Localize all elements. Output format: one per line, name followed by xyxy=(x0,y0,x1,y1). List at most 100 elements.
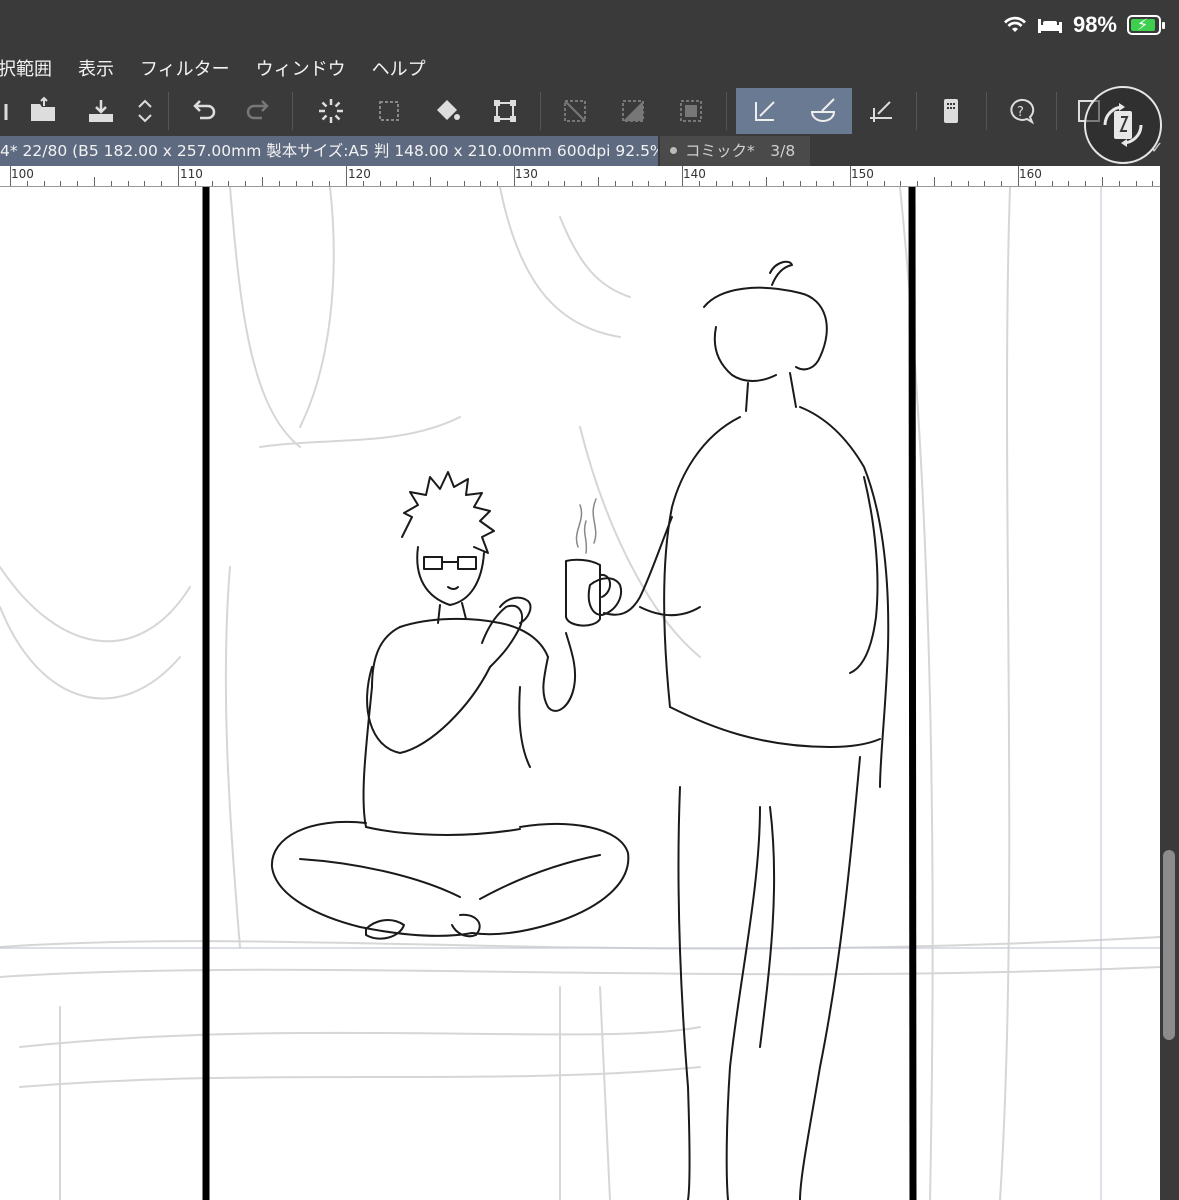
up-down-arrows-icon[interactable] xyxy=(122,88,168,134)
select-all-icon[interactable] xyxy=(366,88,412,134)
ruler-tick xyxy=(94,177,95,186)
menu-filter[interactable]: フィルター xyxy=(140,55,230,81)
deselect-icon[interactable] xyxy=(308,88,354,134)
clear-outside-icon[interactable] xyxy=(552,88,598,134)
undo-icon[interactable] xyxy=(180,88,226,134)
ruler-tool-icon[interactable] xyxy=(858,88,904,134)
ruler-label: 160 xyxy=(1019,167,1042,181)
ruler-tick xyxy=(211,181,213,186)
menu-help[interactable]: ヘルプ xyxy=(372,55,426,81)
ruler-tick xyxy=(430,177,431,186)
ruler-tick xyxy=(682,166,683,186)
ruler-tick xyxy=(60,181,62,186)
redo-icon[interactable] xyxy=(236,88,282,134)
horizontal-ruler: 100 110 120 130 140 150 160 xyxy=(0,166,1171,187)
ruler-tick xyxy=(631,181,633,186)
ruler-tick xyxy=(833,181,835,186)
ruler-tick xyxy=(883,181,885,186)
ruler-tick xyxy=(732,181,734,186)
ruler-tick xyxy=(1051,181,1053,186)
ruler-tick xyxy=(850,166,851,186)
ruler-tick xyxy=(799,181,801,186)
ruler-tick xyxy=(715,181,717,186)
ruler-tick xyxy=(379,181,381,186)
tab-comic[interactable]: コミック* 3/8 xyxy=(660,136,810,166)
ruler-tick xyxy=(530,181,532,186)
ruler-tick xyxy=(43,181,45,186)
ruler-tick xyxy=(161,181,163,186)
ruler-tick xyxy=(665,181,667,186)
ruler-tick xyxy=(178,166,179,186)
ruler-tick xyxy=(967,181,969,186)
ruler-label: 100 xyxy=(11,167,34,181)
ruler-tick xyxy=(413,181,415,186)
ruler-tick xyxy=(10,166,11,186)
transform-icon[interactable] xyxy=(482,88,528,134)
ruler-tick xyxy=(782,181,784,186)
status-indicators: 98% ⚡ xyxy=(1003,10,1165,40)
help-icon[interactable]: ? xyxy=(998,88,1044,134)
ruler-tick xyxy=(1135,181,1137,186)
ruler-tick xyxy=(127,181,129,186)
ruler-tick xyxy=(463,181,465,186)
pen-tool-icon[interactable] xyxy=(736,88,794,134)
ruler-tick xyxy=(766,177,767,186)
tab-comic-label: コミック* 3/8 xyxy=(685,142,796,160)
open-folder-icon[interactable] xyxy=(20,88,66,134)
ruler-tick xyxy=(245,181,247,186)
save-icon[interactable] xyxy=(78,88,124,134)
command-bar: ? xyxy=(0,88,1179,134)
fill-bucket-icon[interactable] xyxy=(424,88,470,134)
ruler-tick xyxy=(329,181,331,186)
ruler-tick xyxy=(1068,181,1070,186)
ruler-tick xyxy=(749,181,751,186)
brush-tool-icon[interactable] xyxy=(794,88,852,134)
vertical-scrollbar-thumb[interactable] xyxy=(1163,850,1175,1040)
ruler-tick xyxy=(1085,181,1087,186)
ruler-tick xyxy=(396,181,398,186)
ruler-tick xyxy=(312,181,314,186)
menu-view[interactable]: 表示 xyxy=(78,55,114,81)
ruler-tick xyxy=(144,181,146,186)
svg-text:?: ? xyxy=(1017,105,1024,120)
ruler-label: 130 xyxy=(515,167,538,181)
ruler-tick xyxy=(950,181,952,186)
menu-selection[interactable]: 択範囲 xyxy=(0,55,52,81)
ruler-tick xyxy=(917,181,919,186)
ruler-tick xyxy=(77,181,79,186)
drawing-canvas[interactable] xyxy=(0,187,1160,1200)
ruler-tick xyxy=(497,181,499,186)
ruler-tick xyxy=(110,181,112,186)
tab-current-document[interactable]: 4* 22/80 (B5 182.00 x 257.00mm 製本サイズ:A5 … xyxy=(0,136,658,166)
right-scroll-track[interactable] xyxy=(1160,166,1179,1200)
ruler-tick xyxy=(194,181,196,186)
ruler-tick xyxy=(295,181,297,186)
rotate-device-icon xyxy=(1103,103,1143,147)
wifi-icon xyxy=(1003,16,1026,32)
menu-window[interactable]: ウィンドウ xyxy=(256,55,346,81)
ruler-tick xyxy=(346,166,347,186)
ruler-tick xyxy=(816,181,818,186)
ruler-tick xyxy=(1001,181,1003,186)
fill-selection-icon[interactable] xyxy=(610,88,656,134)
ruler-label: 120 xyxy=(348,167,371,181)
ruler-tick xyxy=(614,181,616,186)
ruler-tick xyxy=(900,181,902,186)
ruler-tick xyxy=(1034,181,1036,186)
rotate-canvas-button[interactable] xyxy=(1084,86,1162,164)
device-icon[interactable] xyxy=(928,88,974,134)
ruler-tick xyxy=(934,177,935,186)
ruler-tick xyxy=(1102,177,1103,186)
ruler-tick xyxy=(362,181,364,186)
ruler-tick xyxy=(514,166,515,186)
ruler-tick xyxy=(1152,181,1154,186)
ruler-label: 110 xyxy=(180,167,203,181)
ruler-tick xyxy=(446,181,448,186)
ruler-tick xyxy=(480,181,482,186)
unsaved-dot-icon xyxy=(670,147,677,154)
ruler-tick xyxy=(262,177,263,186)
ruler-tick xyxy=(278,181,280,186)
ruler-tick xyxy=(228,181,230,186)
ruler-tick xyxy=(866,181,868,186)
convert-layer-icon[interactable] xyxy=(668,88,714,134)
